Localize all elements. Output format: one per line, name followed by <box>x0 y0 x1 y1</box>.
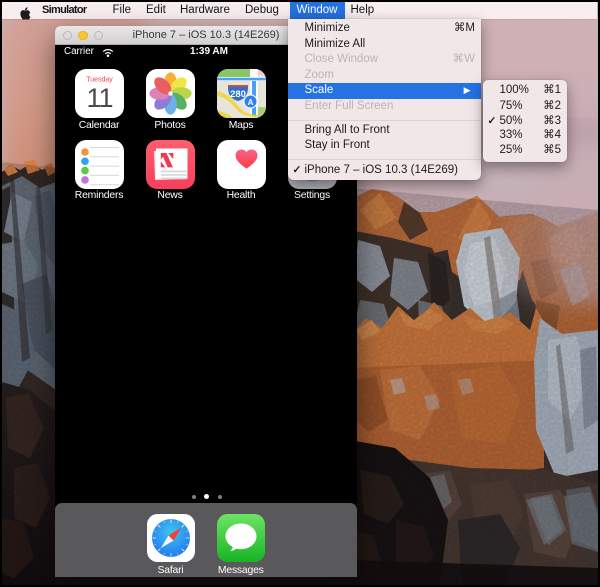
svg-text:11: 11 <box>86 83 112 113</box>
svg-text:280: 280 <box>230 89 246 100</box>
svg-text:A: A <box>247 98 253 107</box>
